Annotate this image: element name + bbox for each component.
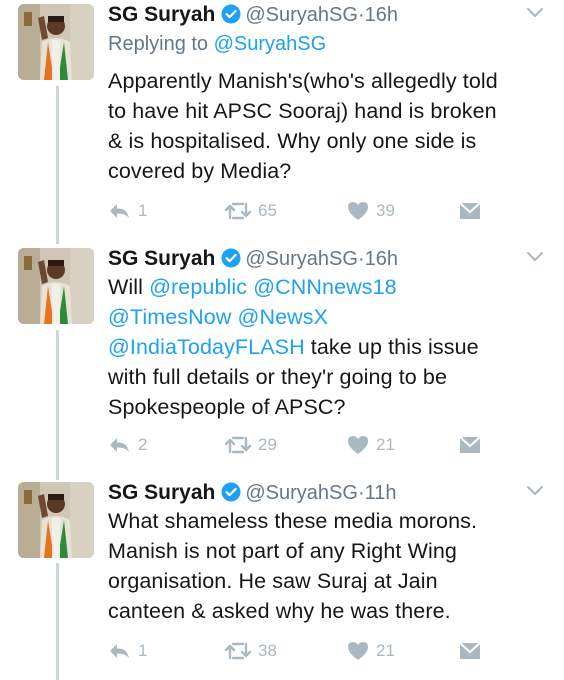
- reply-icon: [110, 438, 129, 452]
- tweet-text-line: to have hit APSC Sooraj) hand is broken: [108, 99, 497, 123]
- timestamp[interactable]: 16h: [365, 4, 398, 26]
- tweet-actions: 1 65 39: [108, 198, 548, 224]
- chevron-down-icon[interactable]: [526, 484, 544, 502]
- author-name[interactable]: SG Suryah: [108, 3, 215, 26]
- author-handle[interactable]: @SuryahSG: [245, 248, 358, 270]
- author-name[interactable]: SG Suryah: [108, 481, 215, 504]
- tweet-text-line: Will @republic @CNNnews18: [108, 272, 548, 302]
- tweet[interactable]: SG Suryah @SuryahSG·11h What shameless th…: [0, 478, 564, 680]
- envelope-icon: [459, 642, 481, 659]
- retweet-icon: [224, 642, 252, 660]
- reply-count: 1: [138, 641, 148, 660]
- avatar-photo: [18, 482, 94, 558]
- tweet-text-line: & is hospitalised. Why only one side is: [108, 129, 477, 153]
- envelope-icon: [459, 436, 481, 453]
- mention-link[interactable]: @CNNnews18: [253, 275, 397, 299]
- heart-icon: [348, 202, 368, 220]
- timestamp[interactable]: 11h: [365, 482, 397, 504]
- retweet-button[interactable]: 65: [224, 198, 277, 224]
- tweet-actions: 1 38 21: [108, 638, 548, 664]
- like-button[interactable]: 39: [346, 198, 395, 224]
- tweet-text: Will @republic @CNNnews18 @TimesNow @New…: [108, 272, 548, 422]
- avatar[interactable]: [18, 482, 94, 558]
- reply-button[interactable]: 2: [108, 432, 147, 458]
- direct-message-button[interactable]: [458, 432, 488, 458]
- replying-to: Replying to @SuryahSG: [108, 33, 326, 56]
- text-segment: take up this issue: [304, 335, 479, 359]
- reply-icon: [110, 204, 129, 218]
- retweet-icon: [224, 436, 252, 454]
- like-count: 21: [376, 641, 395, 660]
- retweet-count: 65: [258, 201, 277, 220]
- avatar[interactable]: [18, 248, 94, 324]
- verified-badge-icon: [221, 3, 241, 33]
- replying-handle-link[interactable]: @SuryahSG: [214, 33, 327, 55]
- tweet-text-line: canteen & asked why he was there.: [108, 599, 451, 623]
- mention-link[interactable]: @republic: [149, 275, 247, 299]
- retweet-button[interactable]: 29: [224, 432, 277, 458]
- tweet-text-line: Manish is not part of any Right Wing: [108, 539, 457, 563]
- tweet-text-line: @TimesNow @NewsX: [108, 302, 548, 332]
- tweet-text-line: What shameless these media morons.: [108, 509, 478, 533]
- reply-button[interactable]: 1: [108, 638, 147, 664]
- tweet-header: SG Suryah @SuryahSG·16h: [108, 244, 398, 274]
- heart-icon: [348, 436, 368, 454]
- reply-count: 2: [138, 435, 148, 454]
- tweet-text-line: Apparently Manish's(who's allegedly told: [108, 69, 498, 93]
- avatar[interactable]: [18, 4, 94, 80]
- author-handle[interactable]: @SuryahSG: [245, 4, 358, 26]
- heart-icon: [348, 642, 368, 660]
- tweet-header: SG Suryah @SuryahSG·16h: [108, 0, 398, 30]
- envelope-icon: [459, 202, 481, 219]
- text-segment: Will: [108, 275, 150, 299]
- author-name[interactable]: SG Suryah: [108, 247, 215, 270]
- tweet-text: Apparently Manish's(who's allegedly told…: [108, 66, 548, 186]
- tweet-text-line: organisation. He saw Suraj at Jain: [108, 569, 438, 593]
- mention-link[interactable]: @NewsX: [238, 305, 329, 329]
- like-count: 21: [376, 435, 395, 454]
- tweet-text-line: @IndiaTodayFLASH take up this issue: [108, 332, 548, 362]
- avatar-photo: [18, 4, 94, 80]
- reply-count: 1: [138, 201, 148, 220]
- tweet[interactable]: SG Suryah @SuryahSG·16h Will @republic @C…: [0, 244, 564, 480]
- separator: ·: [357, 4, 365, 26]
- chevron-down-icon[interactable]: [526, 6, 544, 24]
- direct-message-button[interactable]: [458, 638, 488, 664]
- tweet[interactable]: SG Suryah @SuryahSG·16h Replying to @Sury…: [0, 0, 564, 244]
- tweet-text: What shameless these media morons. Manis…: [108, 506, 548, 626]
- tweet-text-line: with full details or they'r going to be: [108, 365, 448, 389]
- timestamp[interactable]: 16h: [365, 248, 398, 270]
- mention-link[interactable]: @IndiaTodayFLASH: [108, 335, 305, 359]
- like-button[interactable]: 21: [346, 638, 395, 664]
- tweet-header: SG Suryah @SuryahSG·11h: [108, 478, 397, 508]
- avatar-photo: [18, 248, 94, 324]
- retweet-icon: [224, 202, 252, 220]
- author-handle[interactable]: @SuryahSG: [245, 482, 358, 504]
- mention-link[interactable]: @TimesNow: [108, 305, 231, 329]
- chevron-down-icon[interactable]: [526, 250, 544, 268]
- separator: ·: [357, 248, 365, 270]
- direct-message-button[interactable]: [458, 198, 488, 224]
- retweet-button[interactable]: 38: [224, 638, 277, 664]
- separator: ·: [357, 482, 365, 504]
- tweet-actions: 2 29 21: [108, 432, 548, 458]
- tweet-text-line: covered by Media?: [108, 159, 292, 183]
- reply-button[interactable]: 1: [108, 198, 147, 224]
- tweet-text-line: Spokespeople of APSC?: [108, 395, 346, 419]
- reply-icon: [110, 644, 129, 658]
- replying-prefix: Replying to: [108, 33, 209, 55]
- retweet-count: 29: [258, 435, 277, 454]
- like-count: 39: [376, 201, 395, 220]
- like-button[interactable]: 21: [346, 432, 395, 458]
- retweet-count: 38: [258, 641, 277, 660]
